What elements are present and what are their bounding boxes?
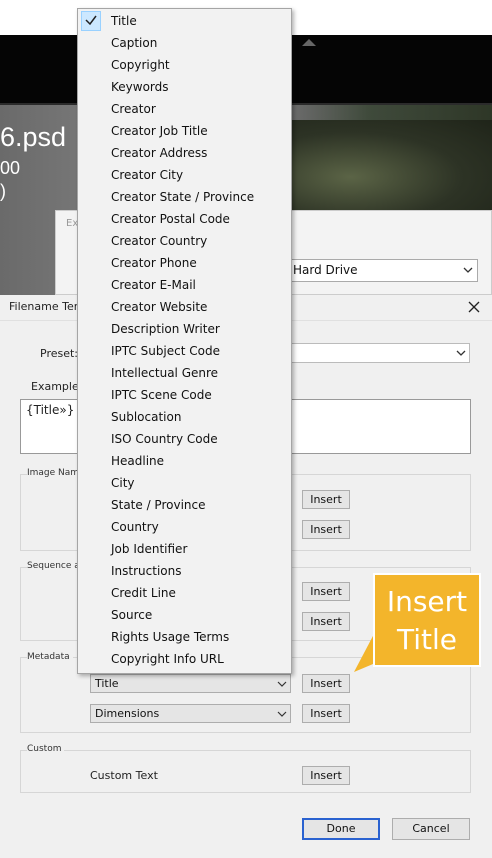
insert-button[interactable]: Insert xyxy=(302,704,350,723)
chevron-down-icon xyxy=(277,711,287,717)
menu-item[interactable]: IPTC Scene Code xyxy=(78,384,291,406)
cancel-button[interactable]: Cancel xyxy=(392,818,470,840)
close-icon[interactable] xyxy=(466,299,482,315)
menu-item[interactable]: Credit Line xyxy=(78,582,291,604)
metadata-group-label: Metadata xyxy=(27,652,73,662)
menu-item[interactable]: ISO Country Code xyxy=(78,428,291,450)
done-button[interactable]: Done xyxy=(302,818,380,840)
menu-item[interactable]: Country xyxy=(78,516,291,538)
menu-item[interactable]: Creator City xyxy=(78,164,291,186)
menu-item[interactable]: Creator Job Title xyxy=(78,120,291,142)
menu-item[interactable]: Caption xyxy=(78,32,291,54)
menu-item[interactable]: Sublocation xyxy=(78,406,291,428)
metadata-field-select[interactable]: Title xyxy=(90,674,291,693)
photo-filename: 6.psd xyxy=(0,122,67,152)
menu-item[interactable]: Creator Address xyxy=(78,142,291,164)
menu-item[interactable]: Creator xyxy=(78,98,291,120)
insert-button[interactable]: Insert xyxy=(302,612,350,631)
menu-item[interactable]: Creator Phone xyxy=(78,252,291,274)
chevron-down-icon xyxy=(463,267,473,273)
custom-group-label: Custom xyxy=(27,744,65,754)
menu-item[interactable]: IPTC Subject Code xyxy=(78,340,291,362)
dialog-title: Filename Ter xyxy=(9,300,79,313)
sequence-group-label: Sequence a xyxy=(27,561,83,571)
template-token[interactable]: {Title»} xyxy=(26,403,74,417)
preset-label: Preset: xyxy=(40,347,79,360)
menu-item[interactable]: Creator Website xyxy=(78,296,291,318)
photo-info-line2: ) xyxy=(0,181,6,201)
example-label: Example: xyxy=(31,380,83,393)
menu-item[interactable]: Copyright xyxy=(78,54,291,76)
menu-item[interactable]: Creator Postal Code xyxy=(78,208,291,230)
menu-item[interactable]: City xyxy=(78,472,291,494)
menu-item[interactable]: State / Province xyxy=(78,494,291,516)
menu-item[interactable]: Creator E-Mail xyxy=(78,274,291,296)
callout-text-line2: Title xyxy=(396,623,457,656)
insert-button[interactable]: Insert xyxy=(302,520,350,539)
insert-button[interactable]: Insert xyxy=(302,766,350,785)
callout-text-line1: Insert xyxy=(386,585,468,618)
menu-item[interactable]: Title xyxy=(78,10,291,32)
photo-image xyxy=(290,120,492,215)
custom-group xyxy=(20,750,471,793)
menu-item[interactable]: Job Identifier xyxy=(78,538,291,560)
export-location-select[interactable]: Hard Drive xyxy=(286,259,478,282)
chevron-down-icon xyxy=(456,350,466,356)
menu-item[interactable]: Source xyxy=(78,604,291,626)
menu-item[interactable]: Headline xyxy=(78,450,291,472)
menu-item[interactable]: Rights Usage Terms xyxy=(78,626,291,648)
photo-info-line1: 00 xyxy=(0,158,21,178)
insert-title-button[interactable]: Insert xyxy=(302,674,350,693)
menu-item[interactable]: Description Writer xyxy=(78,318,291,340)
caret-up-icon xyxy=(302,39,316,46)
insert-button[interactable]: Insert xyxy=(302,490,350,509)
menu-item[interactable]: Keywords xyxy=(78,76,291,98)
chevron-down-icon xyxy=(277,681,287,687)
menu-item[interactable]: Creator State / Province xyxy=(78,186,291,208)
metadata-field-select[interactable]: Dimensions xyxy=(90,704,291,723)
menu-item[interactable]: Copyright Info URL xyxy=(78,648,291,670)
menu-item[interactable]: Creator Country xyxy=(78,230,291,252)
image-name-group-label: Image Nam xyxy=(27,468,83,478)
preset-select[interactable] xyxy=(282,343,470,363)
insert-button[interactable]: Insert xyxy=(302,582,350,601)
menu-item[interactable]: Intellectual Genre xyxy=(78,362,291,384)
custom-text-label: Custom Text xyxy=(90,769,158,782)
menu-item[interactable]: Instructions xyxy=(78,560,291,582)
